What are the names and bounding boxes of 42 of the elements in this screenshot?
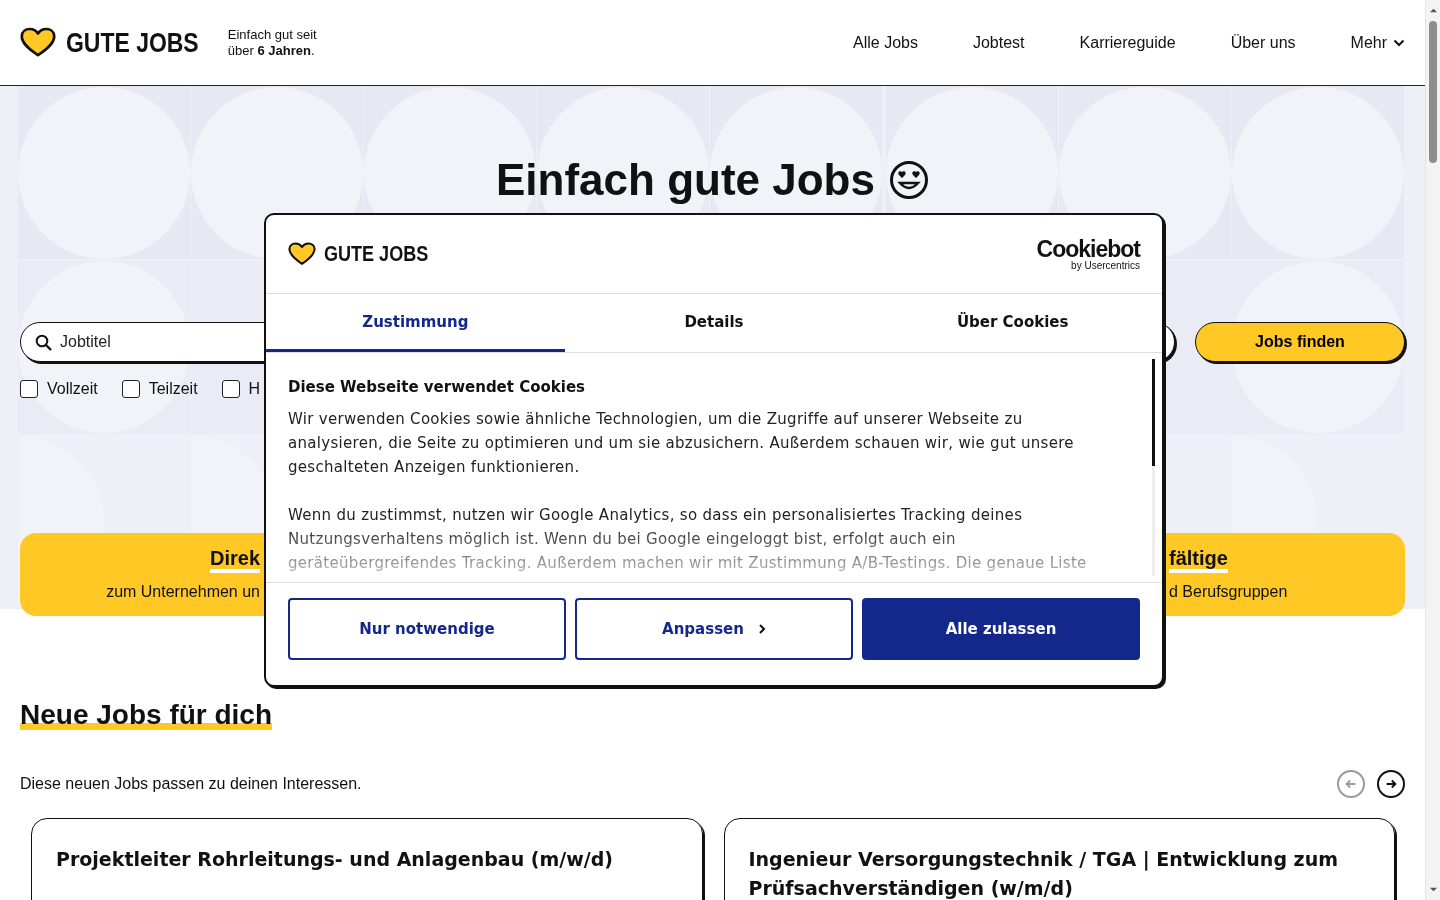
hero-title: Einfach gute Jobs [496, 156, 875, 204]
nav-link[interactable]: Alle Jobs [853, 33, 918, 52]
search-button[interactable]: Jobs finden [1195, 322, 1405, 362]
dialog-paragraph: Wir verwenden Cookies sowie ähnliche Technologien, um die Zugriffe auf unserer Webseite zu analysieren, die Seite zu optimieren und um sie abzusichern. Außerdem schauen wir, wie gut unsere geschalteten Anzeigen funktionieren. [288, 409, 1075, 478]
next-button[interactable] [1377, 770, 1405, 798]
section-subtitle: Diese neuen Jobs passen zu deinen Interessen. [20, 775, 362, 793]
scrollbar[interactable] [1152, 359, 1155, 576]
checkbox-label: Teilzeit [148, 380, 198, 398]
scrollbar-thumb[interactable] [1429, 21, 1437, 163]
tagline: Einfach gut seit über 6 Jahren. [227, 26, 318, 59]
dialog-button[interactable]: Nur notwendige [288, 598, 566, 660]
checkbox-label: H [248, 380, 261, 398]
scroll-down-icon[interactable] [1428, 885, 1438, 894]
job-card[interactable]: Ingenieur Versorgungstechnik / TGA | Entwicklung zum Prüfsachverständigen (w/m/d) [723, 818, 1395, 900]
chevron-right-icon [757, 623, 766, 635]
provider-logo-text: Cookiebot [1036, 237, 1140, 260]
scrollbar[interactable] [1425, 0, 1440, 900]
feature-title: Direk [209, 547, 260, 573]
logo-text: GUTE JOBS [66, 26, 199, 59]
dialog-button[interactable]: Alle zulassen [862, 598, 1140, 660]
nav-dropdown[interactable]: Mehr [1350, 33, 1405, 52]
dialog-heading: Diese Webseite verwendet Cookies [288, 377, 587, 397]
provider-subtitle: by Usercentrics [1071, 259, 1140, 271]
checkbox-label: Vollzeit [47, 380, 98, 398]
job-title: Ingenieur Versorgungstechnik / TGA | Entwicklung zum Prüfsachverständigen (w/m/d) [748, 847, 1339, 900]
job-card[interactable]: Projektleiter Rohrleitungs- und Anlagenbau (m/w/d) [31, 818, 703, 900]
search-icon [35, 334, 52, 351]
dialog-button[interactable]: Anpassen [575, 598, 853, 660]
job-title: Projektleiter Rohrleitungs- und Anlagenbau (m/w/d) [56, 847, 614, 872]
feature-text: d Berufsgruppen [1169, 583, 1289, 601]
nav-link[interactable]: Jobtest [972, 33, 1025, 52]
heart-logo-icon [288, 242, 316, 266]
logo-text: GUTE JOBS [324, 241, 429, 267]
nav-link[interactable]: Über uns [1230, 33, 1296, 52]
feature-text: zum Unternehmen un [105, 583, 260, 601]
heart-eyes-smiley-icon [888, 160, 929, 200]
scroll-up-icon[interactable] [1428, 6, 1438, 15]
checkbox[interactable] [20, 380, 38, 398]
nav-link[interactable]: Karriereguide [1079, 33, 1176, 52]
heart-logo-icon [20, 27, 56, 58]
chevron-down-icon [1393, 38, 1405, 47]
dialog-paragraph: Wenn du zustimmst, nutzen wir Google Analytics, so dass ein personalisiertes Tracking deines Nutzungsverhaltens möglich ist. Wenn du bei Google eingeloggt bist, erfolgt auch ein geräteübergreifendes Tracking. Außerdem machen wir mit Zustimmung A/B-Testings. Die genaue Liste [288, 505, 1088, 574]
